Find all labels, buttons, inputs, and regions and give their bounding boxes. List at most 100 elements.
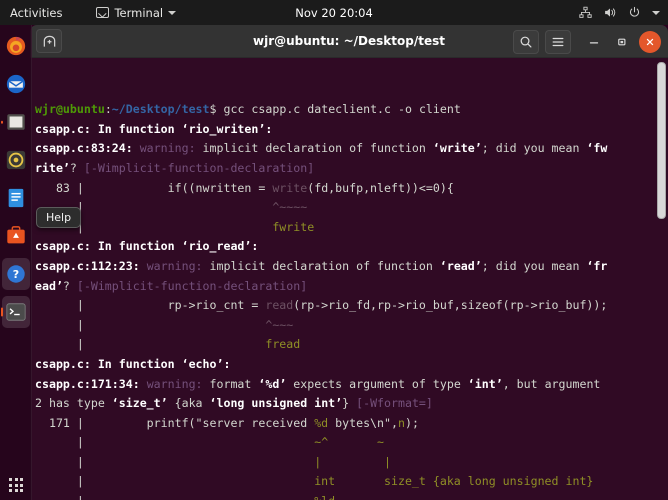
scrollbar-thumb[interactable] (657, 62, 666, 219)
terminal-text: ‘long unsigned int’ (209, 396, 343, 411)
minimize-button[interactable] (583, 31, 605, 53)
terminal-text: ? (62, 278, 77, 293)
terminal-text: , but argument (502, 376, 601, 391)
terminal-text: 171 | printf("server received (35, 415, 315, 430)
files-icon (5, 111, 27, 133)
terminal-text: csapp.c: In function (35, 121, 182, 136)
terminal-text: (rp->rio_fd,rp->rio_buf,sizeof(rp->rio_b… (293, 298, 608, 313)
terminal-line: | ^~~~~ (35, 198, 668, 218)
terminal-text: ‘size_t’ (111, 396, 168, 411)
dock-item-thunderbird[interactable] (0, 68, 32, 100)
terminal-text: implicit declaration of function (202, 258, 440, 273)
dock-item-terminal[interactable] (1, 296, 30, 328)
terminal-text: wjr@ubuntu (35, 102, 105, 117)
rhythmbox-icon (5, 149, 27, 171)
svg-text:?: ? (12, 268, 18, 281)
terminal-text: fread (265, 337, 301, 352)
terminal-text: csapp.c:171:34: (35, 376, 147, 391)
dock-tooltip: Help (36, 207, 82, 228)
terminal-text: expects argument of type (286, 376, 468, 391)
chevron-down-icon (168, 10, 177, 15)
terminal-text: [-Wimplicit-function-declaration] (83, 160, 315, 175)
terminal-line: | int size_t {aka long unsigned int} (35, 472, 668, 492)
terminal-icon (96, 7, 110, 18)
window-titlebar: wjr@ubuntu: ~/Desktop/test (30, 25, 668, 58)
maximize-button[interactable] (611, 31, 633, 53)
search-icon (520, 36, 532, 48)
chevron-down-icon (652, 10, 660, 15)
terminal-line: 171 | printf("server received %d bytes\n… (35, 414, 668, 434)
power-icon (628, 6, 641, 19)
menu-button[interactable] (545, 29, 571, 54)
maximize-icon (618, 38, 626, 45)
terminal-scrollbar[interactable] (656, 60, 667, 498)
terminal-text: 2 has type (35, 396, 112, 411)
terminal-text: : (223, 356, 231, 371)
terminal-text: read (265, 298, 294, 313)
terminal-text: ead’ (35, 278, 63, 293)
volume-icon (603, 6, 617, 19)
terminal-text: %d (314, 415, 329, 430)
new-tab-button[interactable] (36, 29, 62, 53)
terminal-prompt-line: wjr@ubuntu:~/Desktop/test$ gcc csapp.c d… (35, 100, 668, 120)
grid-icon (9, 478, 23, 492)
writer-icon (5, 187, 27, 209)
thunderbird-icon (5, 73, 27, 95)
terminal-text: ‘read’ (439, 258, 482, 273)
terminal-text: [-Wformat=] (356, 396, 433, 411)
dock-item-firefox[interactable] (0, 30, 32, 62)
new-tab-icon (43, 35, 55, 47)
terminal-text: write (272, 180, 308, 195)
terminal-text: csapp.c: In function (35, 239, 182, 254)
terminal-text: fwrite (272, 219, 315, 234)
window-controls (513, 25, 661, 58)
system-status-area[interactable] (579, 0, 660, 25)
terminal-text: csapp.c:112:23: (35, 258, 147, 273)
show-applications-button[interactable] (0, 478, 32, 492)
terminal-line: 83 | if((nwritten = write(fd,bufp,nleft)… (35, 179, 668, 199)
terminal-text: ^~~~~ (272, 200, 308, 215)
terminal-text: ; did you mean (481, 258, 587, 273)
terminal-text: implicit declaration of function (195, 141, 433, 156)
terminal-text: warning: (139, 141, 196, 156)
terminal-icon (5, 301, 27, 323)
terminal-line: rite’? [-Wimplicit-function-declaration] (35, 159, 668, 179)
terminal-text: ‘write’ (432, 141, 482, 156)
terminal-text: int size_t {aka long unsigned int} (314, 474, 594, 489)
desktop-screen: Activities Terminal Nov 20 20:04 ? Help … (0, 0, 668, 500)
software-icon (5, 225, 27, 247)
terminal-line: csapp.c: In function ‘echo’: (35, 355, 668, 375)
terminal-text: csapp.c:83:24: (35, 141, 140, 156)
search-button[interactable] (513, 29, 539, 54)
terminal-body[interactable]: wjr@ubuntu:~/Desktop/test$ gcc csapp.c d… (30, 58, 668, 500)
terminal-line: csapp.c: In function ‘rio_writen’: (35, 120, 668, 140)
terminal-line: csapp.c: In function ‘rio_read’: (35, 237, 668, 257)
terminal-text: warning: (146, 258, 203, 273)
terminal-line: | rp->rio_cnt = read(rp->rio_fd,rp->rio_… (35, 296, 668, 316)
terminal-text: | (35, 435, 259, 450)
activities-button[interactable]: Activities (0, 6, 72, 20)
terminal-text: ‘rio_read’ (181, 239, 252, 254)
terminal-text: bytes\n", (328, 415, 398, 430)
terminal-line: ead’? [-Wimplicit-function-declaration] (35, 277, 668, 297)
terminal-text: | (35, 454, 315, 469)
dock-item-files[interactable] (0, 106, 32, 138)
terminal-text: ‘%d’ (258, 376, 287, 391)
terminal-text: ~^ (258, 435, 329, 450)
close-icon (646, 38, 654, 45)
terminal-text: | (35, 337, 266, 352)
dock-item-ubuntu-software[interactable] (0, 220, 32, 252)
app-menu-terminal[interactable]: Terminal (90, 6, 182, 20)
dock-item-rhythmbox[interactable] (0, 144, 32, 176)
dock-item-libreoffice-writer[interactable] (0, 182, 32, 214)
terminal-text: ‘rio_writen’ (181, 121, 266, 136)
dock-tooltip-label: Help (46, 211, 72, 224)
dock-item-help[interactable]: ? (1, 258, 30, 290)
terminal-text: } (342, 396, 357, 411)
terminal-text: format (202, 376, 259, 391)
close-button[interactable] (639, 30, 661, 53)
minimize-icon (589, 41, 599, 44)
terminal-text: ‘echo’ (181, 356, 224, 371)
terminal-text: rite’ (35, 160, 70, 175)
terminal-text: ^~~~ (265, 317, 294, 332)
